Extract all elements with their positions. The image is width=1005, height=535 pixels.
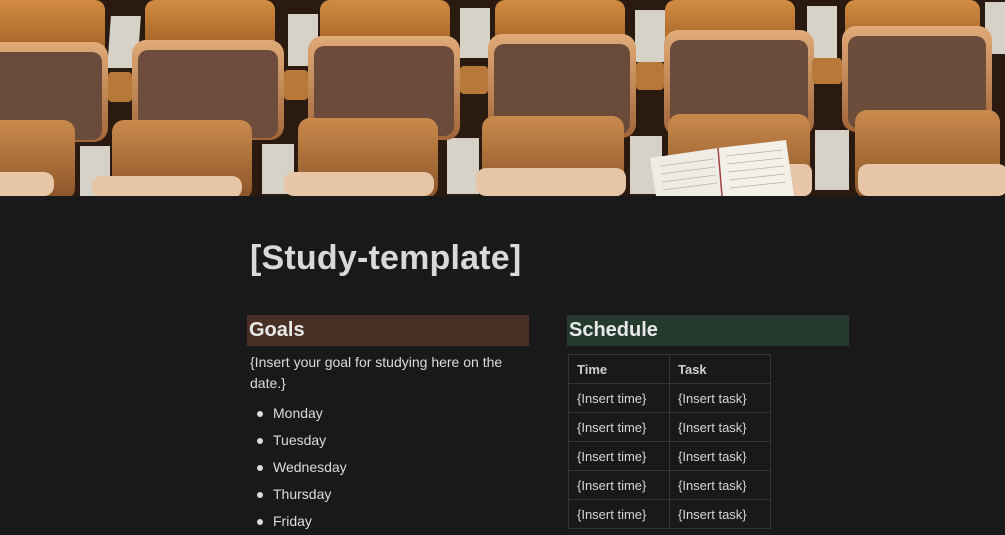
schedule-table: Time Task {Insert time} {Insert task} {I… xyxy=(568,354,771,529)
time-cell[interactable]: {Insert time} xyxy=(568,441,670,471)
table-row: {Insert time} {Insert task} xyxy=(568,470,771,500)
bullet-icon xyxy=(257,438,263,444)
page-title[interactable]: [Study-template] xyxy=(250,238,521,278)
day-label: Wednesday xyxy=(273,459,347,475)
table-row: {Insert time} {Insert task} xyxy=(568,383,771,413)
task-cell[interactable]: {Insert task} xyxy=(669,499,771,529)
goals-column: Goals {Insert your goal for studying her… xyxy=(247,315,529,535)
day-label: Friday xyxy=(273,513,312,529)
day-label: Monday xyxy=(273,405,323,421)
list-item[interactable]: Wednesday xyxy=(247,454,529,481)
bullet-icon xyxy=(257,492,263,498)
table-row: {Insert time} {Insert task} xyxy=(568,412,771,442)
list-item[interactable]: Friday xyxy=(247,508,529,535)
bullet-icon xyxy=(257,465,263,471)
days-list: Monday Tuesday Wednesday Thursday Friday xyxy=(247,400,529,535)
task-cell[interactable]: {Insert task} xyxy=(669,441,771,471)
day-label: Tuesday xyxy=(273,432,327,448)
list-item[interactable]: Monday xyxy=(247,400,529,427)
schedule-column: Schedule Time Task {Insert time} {Insert… xyxy=(567,315,849,529)
schedule-heading[interactable]: Schedule xyxy=(567,315,849,346)
time-cell[interactable]: {Insert time} xyxy=(568,383,670,413)
goal-text[interactable]: {Insert your goal for studying here on t… xyxy=(250,352,520,394)
goals-heading[interactable]: Goals xyxy=(247,315,529,346)
list-item[interactable]: Thursday xyxy=(247,481,529,508)
task-cell[interactable]: {Insert task} xyxy=(669,412,771,442)
time-cell[interactable]: {Insert time} xyxy=(568,412,670,442)
column-header-task[interactable]: Task xyxy=(669,354,771,384)
time-cell[interactable]: {Insert time} xyxy=(568,499,670,529)
table-row: {Insert time} {Insert task} xyxy=(568,441,771,471)
cover-image xyxy=(0,0,1005,196)
bullet-icon xyxy=(257,519,263,525)
task-cell[interactable]: {Insert task} xyxy=(669,470,771,500)
task-cell[interactable]: {Insert task} xyxy=(669,383,771,413)
list-item[interactable]: Tuesday xyxy=(247,427,529,454)
column-header-time[interactable]: Time xyxy=(568,354,670,384)
day-label: Thursday xyxy=(273,486,332,502)
table-row: {Insert time} {Insert task} xyxy=(568,499,771,529)
time-cell[interactable]: {Insert time} xyxy=(568,470,670,500)
table-header-row: Time Task xyxy=(568,354,771,384)
bullet-icon xyxy=(257,411,263,417)
